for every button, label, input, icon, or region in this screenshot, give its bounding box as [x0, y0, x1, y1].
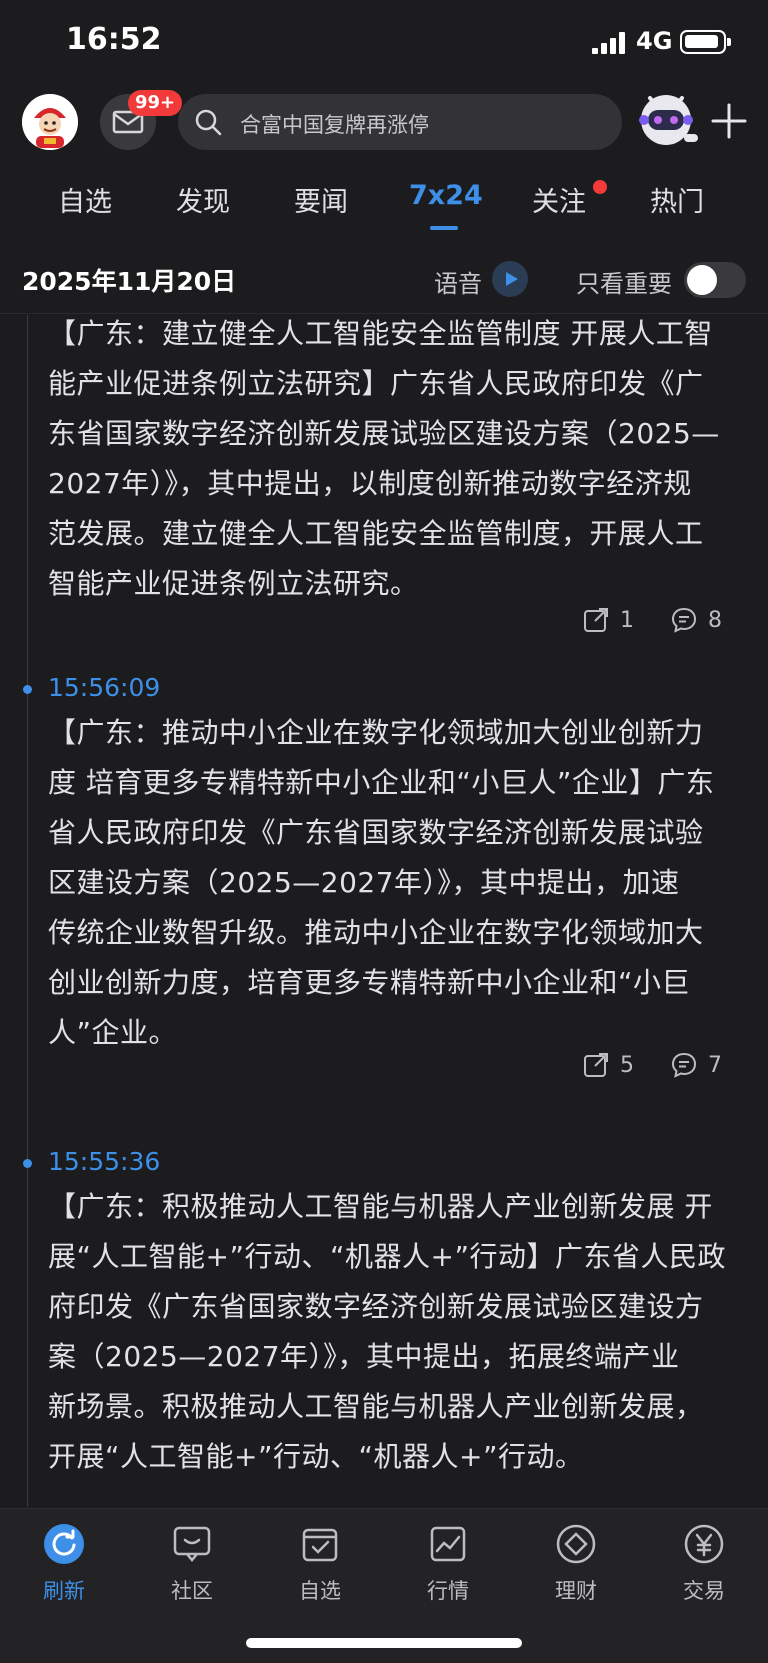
- search-input[interactable]: 合富中国复牌再涨停: [178, 94, 622, 150]
- share-icon: [584, 608, 608, 632]
- comment-count: 8: [708, 607, 722, 633]
- share-button[interactable]: 5: [582, 1050, 634, 1080]
- comment-count: 7: [708, 1052, 722, 1078]
- top-bar: 99+ 合富中国复牌再涨停: [0, 86, 768, 160]
- nav-community[interactable]: 社区: [152, 1523, 232, 1605]
- voice-label[interactable]: 语音: [434, 264, 482, 299]
- plus-icon: [711, 103, 747, 139]
- news-body: 【广东：推动中小企业在数字化领域加大创业创新力度 培育更多专精特新中小企业和“小…: [48, 716, 715, 1049]
- tab-bar: 自选 发现 要闻 7x24 关注 热门: [0, 166, 768, 238]
- search-icon: [195, 109, 222, 136]
- chart-icon: [430, 1526, 466, 1562]
- network-label: 4G: [636, 27, 673, 55]
- important-only-label: 只看重要: [576, 270, 672, 298]
- news-body: 【广东：积极推动人工智能与机器人产业创新发展 开展“人工智能+”行动、“机器人+…: [48, 1190, 726, 1473]
- robot-mascot-icon[interactable]: [636, 90, 702, 154]
- tab-7x24[interactable]: 7x24: [409, 180, 483, 211]
- nav-label: 行情: [427, 1579, 469, 1603]
- tab-hot[interactable]: 热门: [650, 180, 704, 219]
- comment-icon: [671, 607, 697, 633]
- tab-follow[interactable]: 关注: [532, 180, 586, 219]
- news-time: 15:56:09: [48, 673, 161, 702]
- play-icon[interactable]: [492, 261, 528, 297]
- nav-label: 刷新: [43, 1579, 85, 1603]
- comment-button[interactable]: 8: [670, 605, 722, 635]
- nav-wealth[interactable]: 理财: [536, 1523, 616, 1605]
- share-button[interactable]: 1: [582, 605, 634, 635]
- nav-trade[interactable]: 交易: [664, 1523, 744, 1605]
- date-label: 2025年11月20日: [22, 267, 237, 296]
- nav-market[interactable]: 行情: [408, 1523, 488, 1605]
- avatar[interactable]: [22, 94, 78, 150]
- follow-notification-dot: [593, 180, 607, 194]
- news-time: 15:55:36: [48, 1147, 161, 1176]
- comment-button[interactable]: 7: [670, 1050, 722, 1080]
- share-count: 5: [620, 1052, 634, 1078]
- share-count: 1: [620, 607, 634, 633]
- home-indicator: [246, 1638, 522, 1648]
- nav-label: 理财: [555, 1579, 597, 1603]
- mail-badge: 99+: [128, 90, 183, 116]
- add-button[interactable]: [710, 102, 748, 140]
- date-row: 2025年11月20日 语音 只看重要: [0, 240, 768, 314]
- yen-icon: [684, 1524, 724, 1564]
- timeline-dot: [23, 685, 32, 694]
- news-body: 【广东：建立健全人工智能安全监管制度 开展人工智 能产业促进条例立法研究】广东省人…: [48, 317, 720, 600]
- important-only-toggle[interactable]: [684, 262, 746, 298]
- search-placeholder: 合富中国复牌再涨停: [240, 113, 429, 137]
- comment-icon: [671, 1052, 697, 1078]
- nav-watchlist[interactable]: 自选: [280, 1523, 360, 1605]
- timeline-line: [27, 315, 28, 1507]
- refresh-icon: [44, 1524, 84, 1564]
- checkbox-icon: [302, 1528, 338, 1562]
- nav-refresh[interactable]: 刷新: [24, 1523, 104, 1605]
- share-icon: [584, 1053, 608, 1077]
- active-tab-indicator: [430, 226, 458, 230]
- status-time: 16:52: [66, 22, 162, 57]
- nav-label: 交易: [683, 1579, 725, 1603]
- signal-icon: [592, 32, 626, 54]
- news-feed[interactable]: 【广东：建立健全人工智能安全监管制度 开展人工智 能产业促进条例立法研究】广东省人…: [0, 315, 768, 1507]
- tab-news[interactable]: 要闻: [294, 180, 348, 219]
- nav-label: 社区: [171, 1579, 213, 1603]
- battery-icon: [680, 30, 731, 54]
- chat-bubble-icon: [173, 1526, 211, 1562]
- diamond-icon: [556, 1524, 596, 1564]
- nav-label: 自选: [299, 1579, 341, 1603]
- tab-discover[interactable]: 发现: [176, 180, 230, 219]
- news-actions: 1 8: [582, 605, 732, 635]
- tab-watchlist[interactable]: 自选: [58, 180, 112, 219]
- news-actions: 5 7: [582, 1050, 732, 1080]
- timeline-dot: [23, 1159, 32, 1168]
- status-bar: 16:52 4G: [0, 0, 768, 84]
